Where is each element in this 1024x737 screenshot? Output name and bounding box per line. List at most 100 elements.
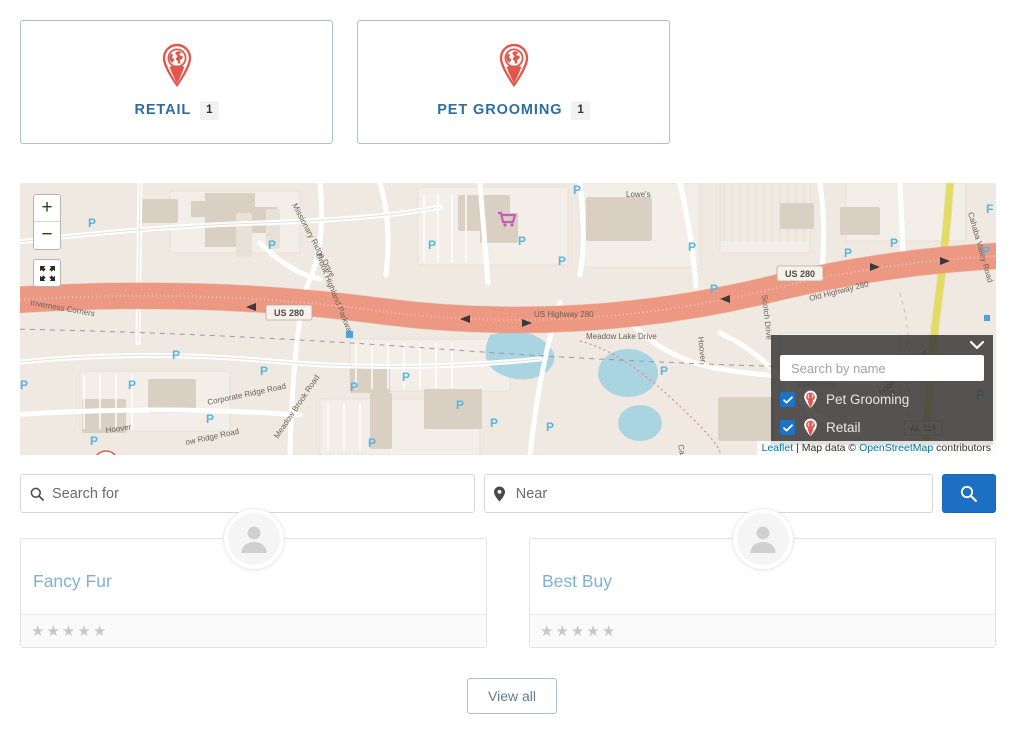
category-count-badge: 1 <box>571 101 589 120</box>
star-icon[interactable]: ★ <box>77 624 90 639</box>
svg-text:P: P <box>573 183 581 197</box>
road-shield: US 280 <box>266 305 312 320</box>
star-icon[interactable]: ★ <box>586 624 599 639</box>
map-container[interactable]: .rd { stroke:#ffffff; fill:none; stroke-… <box>20 183 996 455</box>
result-title[interactable]: Fancy Fur <box>33 571 112 592</box>
result-card[interactable]: Fancy Fur ★ ★ ★ ★ ★ <box>20 538 487 648</box>
svg-text:P: P <box>558 254 566 268</box>
category-label-row: PET GROOMING 1 <box>437 101 590 120</box>
leaflet-link[interactable]: Leaflet <box>762 442 794 454</box>
svg-text:P: P <box>368 436 376 450</box>
star-icon[interactable]: ★ <box>31 624 44 639</box>
globe-pin-icon <box>803 418 818 437</box>
svg-text:P: P <box>128 378 136 392</box>
result-title[interactable]: Best Buy <box>542 571 612 592</box>
category-label: PET GROOMING <box>437 102 562 118</box>
svg-text:P: P <box>88 216 96 230</box>
chevron-down-icon[interactable] <box>969 338 985 352</box>
globe-pin-icon <box>497 43 531 87</box>
attrib-sep: | <box>793 442 802 454</box>
legend-search-input[interactable] <box>780 355 984 381</box>
svg-text:US Highway 280: US Highway 280 <box>534 310 594 319</box>
search-icon <box>960 485 977 502</box>
star-icon[interactable]: ★ <box>555 624 568 639</box>
avatar <box>733 509 793 569</box>
user-avatar-icon <box>746 522 780 556</box>
globe-pin-icon <box>803 390 818 409</box>
star-icon[interactable]: ★ <box>93 624 106 639</box>
zoom-in-button[interactable]: + <box>34 195 60 222</box>
svg-text:Lowe's: Lowe's <box>626 190 651 199</box>
category-card-pet-grooming[interactable]: PET GROOMING 1 <box>357 20 670 144</box>
svg-text:P: P <box>206 412 214 426</box>
legend-item-label: Retail <box>826 420 861 435</box>
road-shield: US 280 <box>777 266 823 281</box>
svg-text:P: P <box>546 420 554 434</box>
legend-item-label: Pet Grooming <box>826 392 909 407</box>
result-rating: ★ ★ ★ ★ ★ <box>21 614 486 647</box>
star-icon[interactable]: ★ <box>540 624 553 639</box>
user-avatar-icon <box>237 522 271 556</box>
category-count-badge: 1 <box>200 101 218 120</box>
page-root: RETAIL 1 PET GROOMING 1 .rd { <box>0 0 1024 737</box>
svg-text:P: P <box>890 236 898 250</box>
openstreetmap-link[interactable]: OpenStreetMap <box>859 442 933 454</box>
zoom-out-button[interactable]: − <box>34 222 60 249</box>
attrib-mapdata: Map data © <box>802 442 859 454</box>
result-rating: ★ ★ ★ ★ ★ <box>530 614 995 647</box>
svg-text:P: P <box>268 238 276 252</box>
check-icon <box>783 396 793 404</box>
category-label: RETAIL <box>134 102 191 118</box>
map-attribution: Leaflet | Map data © OpenStreetMap contr… <box>757 441 996 455</box>
globe-pin-icon <box>160 43 194 87</box>
legend-checkbox[interactable] <box>780 392 795 407</box>
legend-checkbox[interactable] <box>780 420 795 435</box>
svg-text:P: P <box>350 380 358 394</box>
svg-text:P: P <box>172 348 180 362</box>
svg-text:P: P <box>20 378 28 392</box>
svg-text:P: P <box>428 238 436 252</box>
svg-text:P: P <box>456 398 464 412</box>
map-fullscreen-button[interactable] <box>33 259 61 287</box>
view-all-wrapper: View all <box>0 678 1024 714</box>
svg-text:US 280: US 280 <box>785 269 815 279</box>
search-near-wrapper <box>484 474 933 513</box>
svg-text:P: P <box>90 434 98 448</box>
svg-text:P: P <box>710 282 718 296</box>
search-input[interactable] <box>20 474 475 513</box>
category-card-row: RETAIL 1 PET GROOMING 1 <box>20 20 1004 144</box>
svg-text:P: P <box>402 370 410 384</box>
map-zoom-control[interactable]: + − <box>33 194 61 250</box>
avatar <box>224 509 284 569</box>
svg-text:P: P <box>260 364 268 378</box>
svg-text:P: P <box>660 364 668 378</box>
map-legend-panel[interactable]: Pet Grooming Retail <box>771 335 993 445</box>
svg-text:P: P <box>490 416 498 430</box>
star-icon[interactable]: ★ <box>46 624 59 639</box>
svg-text:US 280: US 280 <box>274 308 304 318</box>
view-all-button[interactable]: View all <box>467 678 557 714</box>
star-icon[interactable]: ★ <box>571 624 584 639</box>
check-icon <box>783 424 793 432</box>
result-card[interactable]: Best Buy ★ ★ ★ ★ ★ <box>529 538 996 648</box>
category-card-retail[interactable]: RETAIL 1 <box>20 20 333 144</box>
near-input[interactable] <box>484 474 933 513</box>
search-what-wrapper <box>20 474 475 513</box>
svg-text:P: P <box>982 244 990 258</box>
search-submit-button[interactable] <box>942 474 997 513</box>
svg-text:F: F <box>986 202 993 216</box>
svg-text:P: P <box>688 240 696 254</box>
legend-item-retail[interactable]: Retail <box>780 418 984 437</box>
fullscreen-expand-icon <box>39 265 56 282</box>
star-icon[interactable]: ★ <box>62 624 75 639</box>
svg-text:P: P <box>518 234 526 248</box>
star-icon[interactable]: ★ <box>602 624 615 639</box>
attrib-contributors: contributors <box>933 442 991 454</box>
results-list: Fancy Fur ★ ★ ★ ★ ★ Best Buy ★ ★ ★ ★ <box>20 538 996 648</box>
svg-text:Meadow Lake Drive: Meadow Lake Drive <box>586 332 657 341</box>
svg-text:P: P <box>844 246 852 260</box>
legend-item-pet-grooming[interactable]: Pet Grooming <box>780 390 984 409</box>
search-bar <box>20 474 996 513</box>
map-marker-fancy-fur[interactable] <box>92 450 120 455</box>
category-label-row: RETAIL 1 <box>134 101 218 120</box>
